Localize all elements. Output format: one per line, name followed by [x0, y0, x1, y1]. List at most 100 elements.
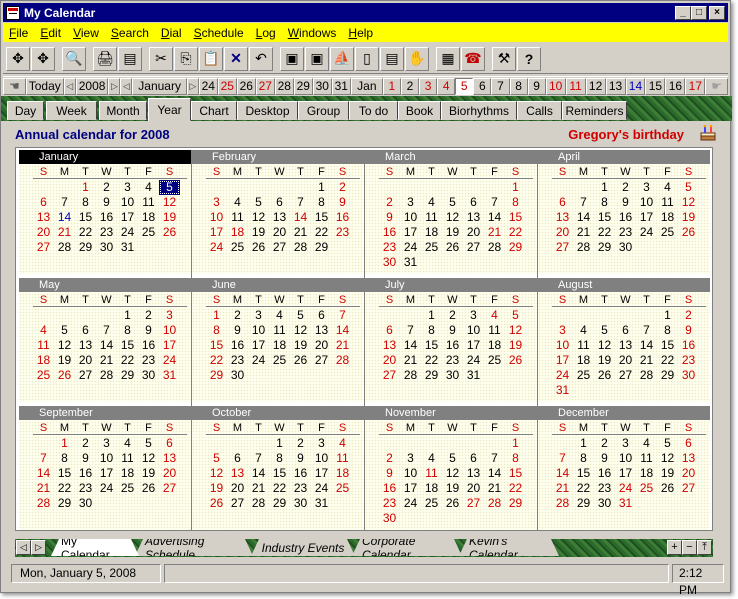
day-cell[interactable]: 9	[332, 195, 353, 210]
day-cell[interactable]: 29	[594, 240, 615, 255]
month-prev-arrow-icon[interactable]: ◁	[120, 77, 133, 95]
sheet-tab-industry-events[interactable]: Industry Events	[251, 539, 355, 556]
day-cell[interactable]: 12	[442, 466, 463, 481]
day-cell[interactable]: 22	[573, 481, 594, 496]
day-cell[interactable]: 10	[400, 466, 421, 481]
day-cell[interactable]: 1	[594, 180, 615, 195]
day-cell[interactable]: 10	[206, 210, 227, 225]
day-cell[interactable]: 2	[96, 180, 117, 195]
day-cell[interactable]: 27	[463, 496, 484, 511]
day-cell[interactable]: 28	[636, 368, 657, 383]
day-cell[interactable]: 30	[138, 368, 159, 383]
day-cell[interactable]: 23	[379, 240, 400, 255]
month-header[interactable]: June	[192, 278, 364, 292]
date-cell[interactable]: 15	[645, 77, 666, 95]
day-cell[interactable]: 30	[75, 496, 96, 511]
day-cell[interactable]: 23	[75, 481, 96, 496]
day-cell[interactable]: 15	[657, 338, 678, 353]
day-cell[interactable]: 10	[96, 451, 117, 466]
day-cell[interactable]: 18	[421, 225, 442, 240]
day-cell[interactable]: 17	[159, 338, 180, 353]
day-cell[interactable]: 4	[332, 436, 353, 451]
day-cell[interactable]: 3	[400, 451, 421, 466]
date-cell[interactable]: 28	[274, 77, 294, 95]
day-cell[interactable]: 30	[379, 511, 400, 526]
day-cell[interactable]: 17	[400, 481, 421, 496]
year-next-arrow-icon[interactable]: ▷	[108, 77, 121, 95]
day-cell[interactable]: 14	[552, 466, 573, 481]
day-cell[interactable]: 24	[615, 481, 636, 496]
menu-windows[interactable]: Windows	[282, 26, 343, 40]
day-cell[interactable]: 19	[442, 481, 463, 496]
day-cell[interactable]: 11	[33, 338, 54, 353]
day-cell[interactable]: 1	[54, 436, 75, 451]
day-cell[interactable]: 3	[552, 323, 573, 338]
day-cell[interactable]: 20	[75, 353, 96, 368]
tab-desktop[interactable]: Desktop	[237, 101, 298, 120]
date-cell[interactable]: 30	[312, 77, 332, 95]
toolbar-paste-button[interactable]: 📋	[199, 46, 223, 71]
close-button[interactable]: ×	[709, 5, 725, 20]
date-cell[interactable]: 4	[437, 77, 456, 95]
day-cell[interactable]: 20	[159, 466, 180, 481]
day-cell[interactable]: 2	[379, 451, 400, 466]
prev-period-icon[interactable]: ☚	[3, 77, 26, 95]
day-cell[interactable]: 28	[290, 240, 311, 255]
day-cell[interactable]: 30	[227, 368, 248, 383]
day-cell[interactable]: 14	[96, 338, 117, 353]
day-cell[interactable]: 6	[463, 195, 484, 210]
day-cell[interactable]: 10	[400, 210, 421, 225]
calendar-app-icon[interactable]	[6, 5, 20, 20]
day-cell[interactable]: 22	[311, 225, 332, 240]
day-cell[interactable]: 18	[138, 210, 159, 225]
birthday-reminder[interactable]: Gregory's birthday	[568, 127, 684, 142]
day-cell[interactable]: 13	[75, 338, 96, 353]
month-field[interactable]: January	[132, 77, 187, 95]
day-cell[interactable]: 27	[269, 240, 290, 255]
day-cell[interactable]: 19	[505, 338, 526, 353]
day-cell[interactable]: 11	[484, 323, 505, 338]
day-cell[interactable]: 22	[421, 353, 442, 368]
day-cell[interactable]: 5	[290, 308, 311, 323]
month-header[interactable]: October	[192, 406, 364, 420]
tab-chart[interactable]: Chart	[191, 101, 237, 120]
month-next-arrow-icon[interactable]: ▷	[186, 77, 199, 95]
day-cell[interactable]: 7	[54, 195, 75, 210]
date-cell[interactable]: 25	[217, 77, 237, 95]
day-cell[interactable]: 20	[379, 353, 400, 368]
day-cell[interactable]: 25	[332, 481, 353, 496]
day-cell[interactable]: 3	[463, 308, 484, 323]
day-cell[interactable]: 26	[594, 368, 615, 383]
day-cell[interactable]: 5	[138, 436, 159, 451]
day-cell[interactable]: 29	[505, 240, 526, 255]
day-cell[interactable]: 21	[484, 225, 505, 240]
day-cell[interactable]: 7	[33, 451, 54, 466]
tab-year[interactable]: Year	[148, 98, 191, 121]
month-header[interactable]: December	[538, 406, 710, 420]
day-cell[interactable]: 4	[421, 195, 442, 210]
day-cell[interactable]: 5	[442, 195, 463, 210]
day-cell[interactable]: 16	[615, 210, 636, 225]
day-cell[interactable]: 28	[332, 353, 353, 368]
toolbar-printer-button[interactable]: ▤	[118, 46, 142, 71]
day-cell[interactable]: 10	[636, 195, 657, 210]
day-cell[interactable]: 31	[159, 368, 180, 383]
day-cell[interactable]: 28	[96, 368, 117, 383]
day-cell[interactable]: 13	[33, 210, 54, 225]
day-cell[interactable]: 30	[678, 368, 699, 383]
day-cell[interactable]: 16	[332, 210, 353, 225]
day-cell[interactable]: 25	[636, 481, 657, 496]
day-cell[interactable]: 15	[269, 466, 290, 481]
day-cell[interactable]: 24	[400, 240, 421, 255]
day-cell[interactable]: 23	[594, 481, 615, 496]
date-cell[interactable]: 27	[255, 77, 275, 95]
day-cell[interactable]: 9	[75, 451, 96, 466]
day-cell[interactable]: 18	[117, 466, 138, 481]
toolbar-undo-button[interactable]: ↶	[249, 46, 273, 71]
day-cell[interactable]: 16	[594, 466, 615, 481]
year-field[interactable]: 2008	[75, 77, 109, 95]
menu-edit[interactable]: Edit	[34, 26, 67, 40]
day-cell[interactable]: 5	[159, 180, 180, 195]
day-cell[interactable]: 4	[33, 323, 54, 338]
day-cell[interactable]: 7	[484, 195, 505, 210]
